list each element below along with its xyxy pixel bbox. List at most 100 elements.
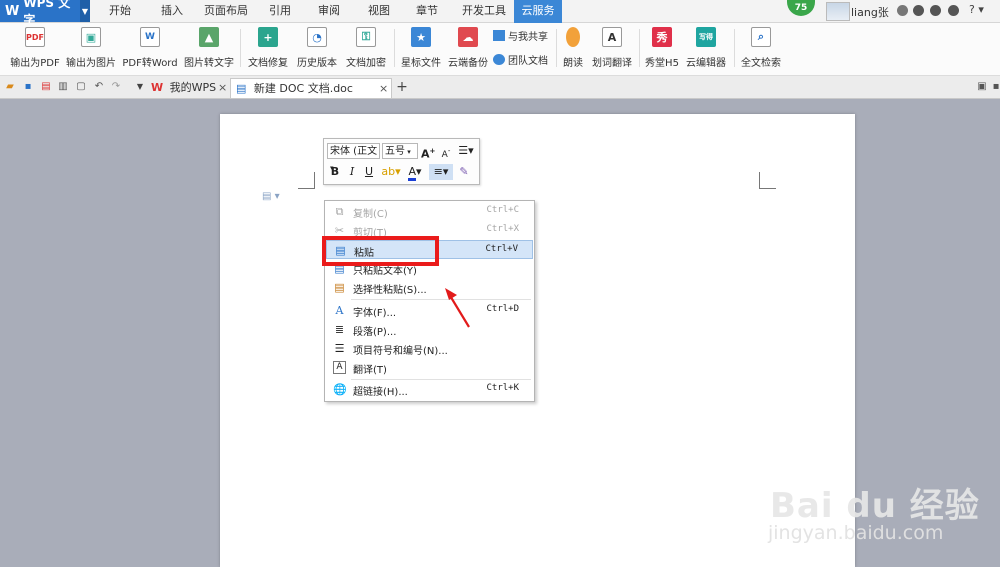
cloud-backup-button[interactable]: ☁ 云端备份	[447, 27, 489, 71]
encrypt-button[interactable]: ⚿ 文档加密	[343, 27, 389, 71]
read-aloud-button[interactable]: 朗读	[560, 27, 586, 71]
full-text-search-button[interactable]: ⌕ 全文检索	[738, 27, 784, 71]
image-to-text-label: 图片转文字	[184, 58, 234, 69]
tab-new-doc[interactable]: ▤ 新建 DOC 文档.doc ×	[230, 78, 392, 98]
menu-item-label: 字体(F)...	[353, 308, 397, 319]
bold-button[interactable]: B	[328, 164, 342, 180]
history-icon: ◔	[307, 27, 327, 47]
underline-button[interactable]: U	[362, 164, 376, 180]
window-restore-icon[interactable]: ▣	[976, 81, 988, 93]
feedback-icon[interactable]	[948, 5, 959, 16]
paste-options-icon[interactable]: ▤ ▾	[262, 191, 280, 202]
close-icon[interactable]: ×	[379, 79, 388, 98]
tab-references[interactable]: 引用	[263, 0, 297, 22]
tab-view[interactable]: 视图	[362, 0, 396, 22]
menu-item-copy[interactable]: ⧉ 复制(C) Ctrl+C	[326, 202, 533, 221]
font-icon: A	[335, 304, 344, 317]
customize-dropdown-icon[interactable]: ▼	[134, 81, 146, 93]
translate-icon: A	[333, 361, 346, 374]
italic-button[interactable]: I	[345, 164, 359, 180]
new-tab-icon[interactable]: +	[396, 80, 408, 94]
pdf-to-word-button[interactable]: W PDF转Word	[120, 27, 180, 71]
print-icon[interactable]: ▥	[57, 81, 69, 93]
menu-item-translate[interactable]: A 翻译(T)	[326, 358, 533, 377]
menu-item-paragraph[interactable]: ≣ 段落(P)...	[326, 320, 533, 339]
menu-item-shortcut: Ctrl+X	[486, 224, 519, 234]
save-icon[interactable]: ▪	[22, 81, 34, 93]
shared-with-me-label: 与我共享	[508, 32, 548, 43]
translate-label: 划词翻译	[592, 58, 632, 69]
team-icon	[493, 54, 505, 65]
image-to-text-icon: ▲	[199, 27, 219, 47]
app-menu-dropdown-icon[interactable]: ▼	[80, 0, 90, 22]
export-image-button[interactable]: ▣ 输出为图片	[64, 27, 118, 71]
tab-page-layout[interactable]: 页面布局	[201, 0, 251, 22]
list-icon: ☰	[334, 342, 345, 355]
menu-item-hyperlink[interactable]: 🌐 超链接(H)... Ctrl+K	[326, 380, 533, 399]
export-pdf-button[interactable]: PDF 输出为PDF	[8, 27, 62, 71]
image-to-text-button[interactable]: ▲ 图片转文字	[182, 27, 236, 71]
cloud-folder-icon: ☁	[458, 27, 478, 47]
app-menu-button[interactable]: W WPS 文字	[0, 0, 80, 27]
tab-start[interactable]: 开始	[103, 0, 137, 22]
team-docs-button[interactable]: 团队文档	[493, 52, 548, 67]
user-name[interactable]: liang张	[851, 4, 889, 20]
menu-item-bullets-numbering[interactable]: ☰ 项目符号和编号(N)...	[326, 339, 533, 358]
highlight-color-button[interactable]: ab▾	[380, 164, 402, 180]
team-docs-label: 团队文档	[508, 56, 548, 67]
align-button[interactable]: ≡▾	[429, 164, 453, 180]
menu-item-shortcut: Ctrl+V	[485, 244, 518, 254]
help-button[interactable]: ? ▾	[969, 3, 984, 16]
translate-button[interactable]: A 划词翻译	[589, 27, 635, 71]
grow-font-button[interactable]: A+	[421, 143, 435, 161]
xiutang-h5-button[interactable]: 秀 秀堂H5	[643, 27, 681, 71]
status-dot-icon[interactable]	[897, 5, 908, 16]
star-files-button[interactable]: ★ 星标文件	[398, 27, 444, 71]
font-size-select[interactable]: 五号 ▾	[382, 143, 418, 159]
cloud-editor-button[interactable]: 写得 云编辑器	[684, 27, 728, 71]
undo-icon[interactable]: ↶	[93, 81, 105, 93]
document-page[interactable]: ▤ ▾	[220, 114, 855, 567]
settings-icon[interactable]	[930, 5, 941, 16]
doc-repair-button[interactable]: + 文档修复	[245, 27, 291, 71]
pdf-to-word-icon: W	[140, 27, 160, 47]
close-icon[interactable]: ×	[218, 78, 227, 97]
menu-item-label: 超链接(H)...	[353, 387, 408, 398]
cloud-editor-label: 云编辑器	[686, 58, 726, 69]
star-folder-icon: ★	[411, 27, 431, 47]
history-button[interactable]: ◔ 历史版本	[294, 27, 340, 71]
ribbon-divider	[240, 29, 241, 67]
tab-chapter[interactable]: 章节	[410, 0, 444, 22]
menu-item-paste-special[interactable]: ▤ 选择性粘贴(S)...	[326, 278, 533, 297]
menu-item-label: 段落(P)...	[353, 327, 397, 338]
highlight-annotation-box	[322, 236, 439, 266]
shared-with-me-button[interactable]: 与我共享	[493, 28, 548, 43]
print-preview-icon[interactable]: ▢	[75, 81, 87, 93]
skin-icon[interactable]	[913, 5, 924, 16]
export-pdf-quick-icon[interactable]: ▤	[40, 81, 52, 93]
redo-icon[interactable]: ↷	[110, 81, 122, 93]
tab-cloud-services[interactable]: 云服务	[514, 0, 562, 23]
paragraph-icon: ≣	[334, 323, 345, 336]
open-folder-icon[interactable]: ▰	[4, 81, 16, 93]
tab-my-wps[interactable]: W 我的WPS ×	[151, 78, 229, 98]
menu-item-font[interactable]: A 字体(F)... Ctrl+D	[326, 301, 533, 320]
font-name-select[interactable]: 宋体 (正文▾	[327, 143, 380, 172]
window-menu-icon[interactable]: ▪	[990, 81, 1000, 93]
annotation-arrow-icon	[445, 288, 470, 328]
cloud-backup-label: 云端备份	[448, 58, 488, 69]
pdf-to-word-label: PDF转Word	[122, 58, 178, 69]
cloud-editor-icon: 写得	[696, 27, 716, 47]
line-spacing-button[interactable]: ☰▾	[456, 143, 476, 159]
format-painter-icon[interactable]: ✎	[457, 164, 471, 180]
tab-review[interactable]: 审阅	[312, 0, 346, 22]
menu-item-shortcut: Ctrl+D	[486, 304, 519, 314]
shrink-font-button[interactable]: A-	[439, 143, 453, 160]
image-export-icon: ▣	[81, 27, 101, 47]
avatar[interactable]	[826, 2, 850, 21]
read-aloud-label: 朗读	[563, 58, 583, 69]
export-image-label: 输出为图片	[66, 58, 116, 69]
tab-insert[interactable]: 插入	[155, 0, 189, 22]
font-color-button[interactable]: A▾	[405, 164, 425, 181]
tab-developer[interactable]: 开发工具	[459, 0, 509, 22]
